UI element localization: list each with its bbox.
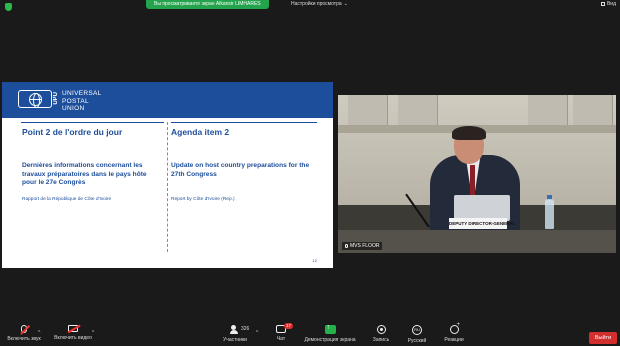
view-options-menu[interactable]: Настройки просмотра ⌄: [291, 1, 348, 7]
water-bottle: [545, 199, 554, 229]
language-icon: RU: [412, 325, 422, 335]
upu-name-line: UNION: [62, 105, 85, 112]
slide-page-number: 12: [312, 258, 317, 263]
upu-abbreviation: UPU: [53, 92, 59, 105]
chat-label: Чат: [276, 336, 286, 342]
wall-panel: [528, 95, 568, 125]
title-rule-left: [21, 122, 164, 123]
reactions-label: Реакции: [444, 337, 464, 343]
microphone-icon: [345, 243, 348, 248]
meeting-toolbar: Включить звук ^ Включить видео ^ Участни…: [0, 322, 620, 346]
share-screen-icon: [324, 324, 336, 334]
column-divider: [167, 122, 168, 252]
agenda-title-fr: Point 2 de l'ordre du jour: [22, 127, 123, 137]
start-video-label: Включить видео: [54, 335, 92, 341]
language-label: Русский: [407, 338, 427, 344]
agenda-title-en: Agenda item 2: [171, 127, 230, 137]
agenda-body-fr: Dernières informations concernant les tr…: [22, 162, 147, 186]
wall-panel: [348, 95, 388, 125]
reactions-button[interactable]: Реакции: [440, 322, 468, 343]
participants-label: Участники: [223, 337, 247, 343]
speaker-hair: [452, 126, 486, 140]
speaker-video[interactable]: DEPUTY DIRECTOR-GENERAL MVS FLOOR: [338, 95, 616, 253]
top-bar: Вы просматриваете экран Alkansir LIMHARE…: [0, 0, 620, 12]
share-screen-button[interactable]: Демонстрация экрана: [298, 324, 362, 343]
language-button[interactable]: RU Русский: [404, 325, 430, 344]
reactions-icon: [449, 322, 460, 334]
speaker-tie: [470, 165, 475, 195]
video-options-caret-icon[interactable]: ^: [92, 330, 94, 336]
upu-name-line: POSTAL: [62, 97, 89, 105]
microphone-muted-icon: [21, 325, 27, 333]
participant-name: MVS FLOOR: [350, 243, 380, 249]
chevron-down-icon: ⌄: [343, 1, 348, 7]
slide-header: UPU UNIVERSAL POSTAL UNION: [2, 82, 333, 118]
record-icon: [376, 325, 386, 334]
participant-name-tag: MVS FLOOR: [342, 242, 383, 250]
nameplate: DEPUTY DIRECTOR-GENERAL: [449, 218, 515, 229]
shield-icon[interactable]: [5, 3, 12, 11]
grid-view-icon: [600, 1, 605, 6]
leave-meeting-button[interactable]: Выйти: [589, 332, 617, 344]
agenda-source-en: Report by Côte d'Ivoire (Rep.): [171, 197, 235, 202]
share-screen-label: Демонстрация экрана: [304, 337, 356, 343]
agenda-body-en: Update on host country preparations for …: [171, 162, 310, 178]
view-mode-label: Вид: [606, 1, 616, 7]
upu-logo: [18, 90, 52, 108]
upu-name-line: UNIVERSAL: [62, 90, 102, 97]
agenda-source-fr: Rapport de la République de Côte d'Ivoir…: [22, 197, 112, 202]
start-video-button[interactable]: Включить видео: [50, 325, 96, 341]
title-rule-right: [171, 122, 317, 123]
globe-icon: [28, 92, 42, 108]
audio-options-caret-icon[interactable]: ^: [38, 330, 40, 336]
shared-screen-slide: UPU UNIVERSAL POSTAL UNION Point 2 de l'…: [2, 82, 333, 268]
share-banner: Вы просматриваете экран Alkansir LIMHARE…: [146, 0, 269, 9]
record-label: Запись: [372, 337, 390, 343]
participants-caret-icon[interactable]: ^: [256, 330, 258, 336]
wall-panel: [573, 95, 613, 125]
participants-icon: [230, 325, 240, 334]
view-mode-button[interactable]: Вид: [600, 1, 616, 7]
upu-name: UNIVERSAL POSTAL UNION: [62, 90, 102, 113]
video-off-icon: [68, 325, 78, 332]
view-options-label: Настройки просмотра: [291, 1, 342, 7]
chat-unread-badge: 17: [284, 323, 294, 329]
wall-panel: [398, 95, 438, 125]
record-button[interactable]: Запись: [368, 325, 394, 343]
participants-count: 326: [241, 326, 250, 332]
unmute-label: Включить звук: [7, 336, 41, 342]
zoom-meeting-window: Вы просматриваете экран Alkansir LIMHARE…: [0, 0, 620, 346]
